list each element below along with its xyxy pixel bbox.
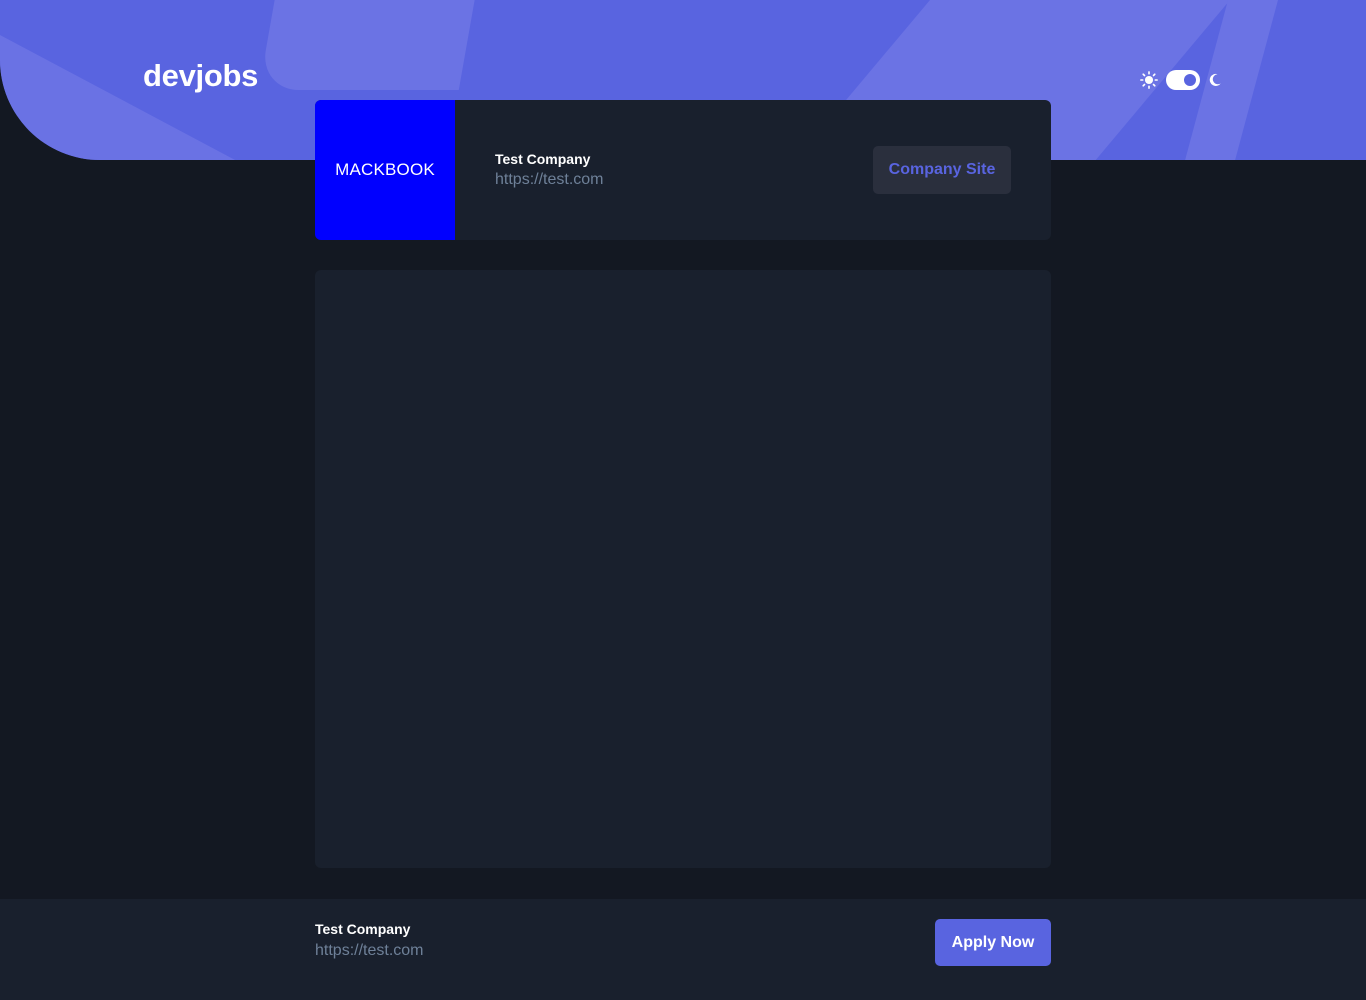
job-description-panel (315, 270, 1051, 868)
job-detail-page: devjobs MACKBOOK Test Company https://te… (0, 0, 1366, 1000)
header-pattern-shape (258, 0, 486, 90)
app-logo[interactable]: devjobs (143, 58, 258, 94)
moon-icon (1209, 73, 1221, 86)
sun-icon (1140, 71, 1158, 89)
footer-bar (0, 899, 1366, 1000)
theme-switch-knob (1184, 74, 1196, 86)
company-site-button[interactable]: Company Site (873, 146, 1011, 194)
company-url: https://test.com (495, 171, 604, 188)
company-name: Test Company (495, 151, 591, 167)
footer-company-name: Test Company (315, 921, 411, 937)
company-info: Test Company https://test.com (495, 151, 873, 189)
theme-toggle (1140, 70, 1222, 90)
apply-now-button[interactable]: Apply Now (935, 919, 1051, 966)
footer-company-url: https://test.com (315, 942, 424, 959)
company-card: MACKBOOK Test Company https://test.com C… (315, 100, 1051, 240)
company-logo: MACKBOOK (315, 100, 455, 240)
theme-switch[interactable] (1166, 70, 1200, 90)
